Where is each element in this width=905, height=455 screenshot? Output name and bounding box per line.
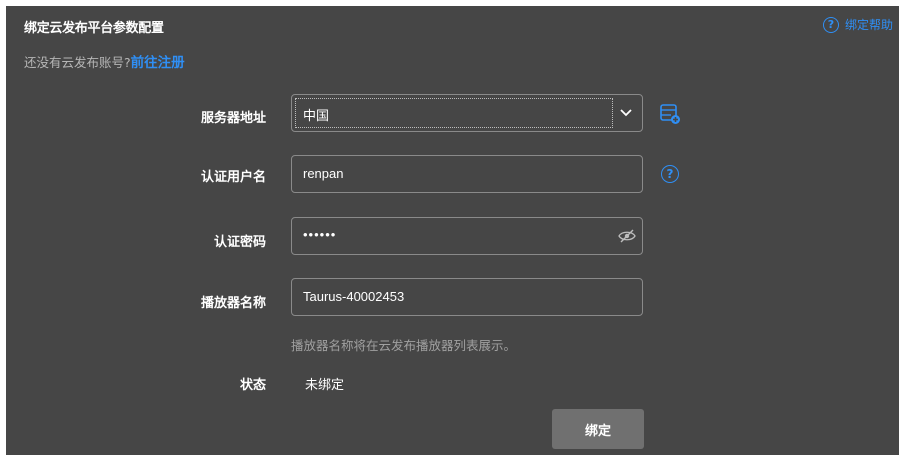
username-input[interactable]: renpan bbox=[291, 155, 643, 193]
register-link[interactable]: 前往注册 bbox=[131, 55, 185, 71]
player-name-input[interactable]: Taurus-40002453 bbox=[291, 278, 643, 316]
register-prompt-text: 还没有云发布账号? bbox=[24, 55, 131, 70]
question-circle-icon: ? bbox=[822, 16, 839, 33]
server-address-select[interactable]: 中国 bbox=[291, 94, 643, 132]
page-title: 绑定云发布平台参数配置 bbox=[24, 21, 164, 36]
status-label: 状态 bbox=[239, 378, 266, 393]
select-focus-outline: 中国 bbox=[295, 98, 613, 128]
username-help-icon[interactable]: ? bbox=[661, 165, 679, 183]
password-value: •••••• bbox=[303, 227, 337, 242]
player-name-hint: 播放器名称将在云发布播放器列表展示。 bbox=[291, 338, 517, 353]
register-prompt: 还没有云发布账号?前往注册 bbox=[24, 51, 185, 71]
bind-help-link[interactable]: ? 绑定帮助 bbox=[822, 16, 893, 33]
chevron-down-icon bbox=[620, 109, 632, 117]
eye-slash-icon[interactable] bbox=[618, 229, 636, 243]
bind-button[interactable]: 绑定 bbox=[552, 409, 644, 449]
status-value: 未绑定 bbox=[305, 378, 345, 393]
player-name-label: 播放器名称 bbox=[200, 296, 266, 311]
server-add-icon[interactable] bbox=[659, 103, 681, 125]
player-name-value: Taurus-40002453 bbox=[303, 289, 405, 304]
password-label: 认证密码 bbox=[213, 235, 266, 250]
username-value: renpan bbox=[303, 166, 344, 181]
server-address-label: 服务器地址 bbox=[200, 111, 266, 126]
cloud-publish-config-panel: 绑定云发布平台参数配置 ? 绑定帮助 还没有云发布账号?前往注册 服务器地址 中… bbox=[6, 6, 899, 455]
bind-help-label: 绑定帮助 bbox=[844, 18, 893, 32]
username-label: 认证用户名 bbox=[200, 170, 266, 185]
password-input[interactable]: •••••• bbox=[291, 217, 643, 255]
server-address-value: 中国 bbox=[303, 108, 330, 123]
